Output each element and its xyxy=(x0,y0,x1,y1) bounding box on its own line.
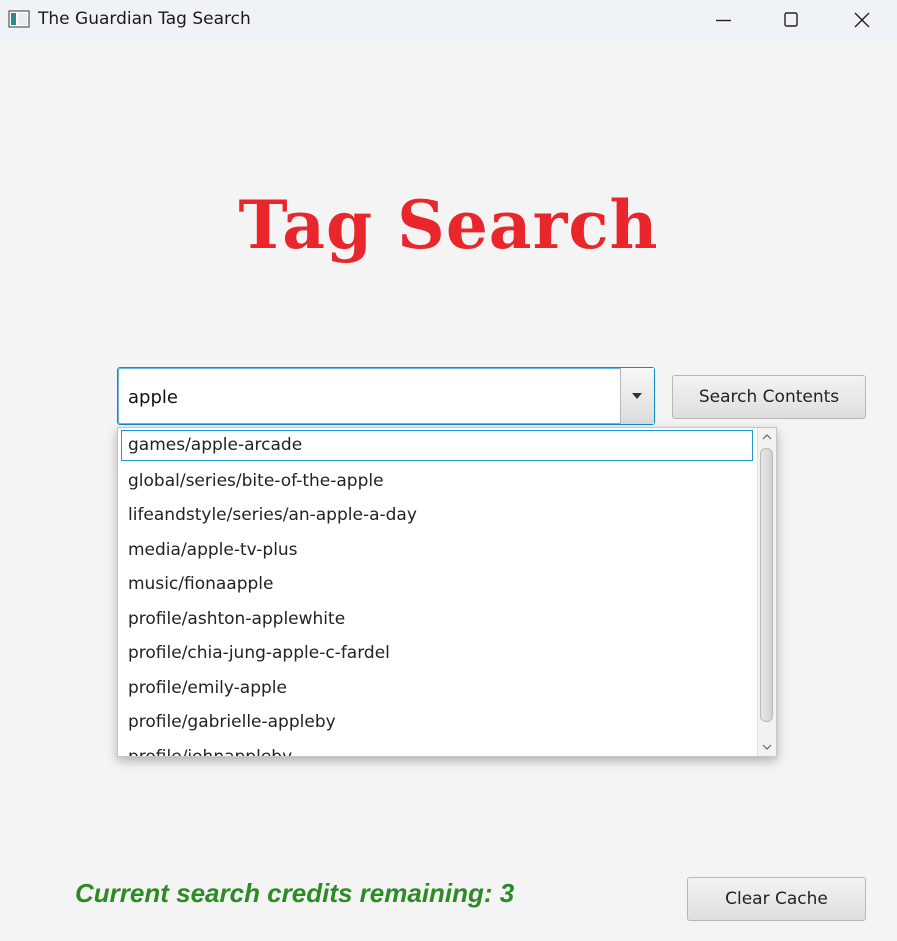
page-title: Tag Search xyxy=(238,186,659,264)
chevron-down-icon xyxy=(632,393,642,399)
suggestions-list: games/apple-arcade global/series/bite-of-… xyxy=(118,430,756,757)
title-bar[interactable]: The Guardian Tag Search xyxy=(0,0,897,41)
suggestion-item[interactable]: lifeandstyle/series/an-apple-a-day xyxy=(118,499,756,534)
search-input[interactable] xyxy=(128,385,608,409)
suggestions-dropdown[interactable]: games/apple-arcade global/series/bite-of-… xyxy=(117,427,777,757)
suggestion-item[interactable]: profile/gabrielle-appleby xyxy=(118,706,756,741)
window-title: The Guardian Tag Search xyxy=(38,9,251,29)
app-window: The Guardian Tag Search Tag Search Se xyxy=(0,0,897,941)
app-window-icon xyxy=(8,10,30,28)
suggestion-item[interactable]: media/apple-tv-plus xyxy=(118,534,756,569)
suggestion-item[interactable]: profile/ashton-applewhite xyxy=(118,603,756,638)
scroll-thumb[interactable] xyxy=(760,448,773,722)
minimize-icon xyxy=(716,19,731,22)
suggestion-item[interactable]: games/apple-arcade xyxy=(121,430,753,461)
maximize-button[interactable] xyxy=(759,0,823,41)
suggestion-item[interactable]: music/fionaapple xyxy=(118,568,756,603)
clear-cache-button[interactable]: Clear Cache xyxy=(687,877,866,921)
tag-combobox[interactable] xyxy=(117,367,655,425)
search-contents-button[interactable]: Search Contents xyxy=(672,375,866,419)
dropdown-scrollbar[interactable] xyxy=(757,428,776,756)
suggestion-item[interactable]: profile/emily-apple xyxy=(118,672,756,707)
suggestion-item[interactable]: profile/johnappleby xyxy=(118,741,756,757)
dropdown-toggle-button[interactable] xyxy=(620,368,654,424)
scroll-down-icon[interactable] xyxy=(760,740,774,754)
maximize-icon xyxy=(784,12,798,27)
suggestion-item[interactable]: profile/chia-jung-apple-c-fardel xyxy=(118,637,756,672)
credits-remaining-text: Current search credits remaining: 3 xyxy=(75,878,515,908)
minimize-button[interactable] xyxy=(691,0,755,41)
close-button[interactable] xyxy=(829,0,893,41)
close-icon xyxy=(854,12,870,28)
scroll-up-icon[interactable] xyxy=(760,430,774,444)
suggestion-item[interactable]: global/series/bite-of-the-apple xyxy=(118,465,756,500)
